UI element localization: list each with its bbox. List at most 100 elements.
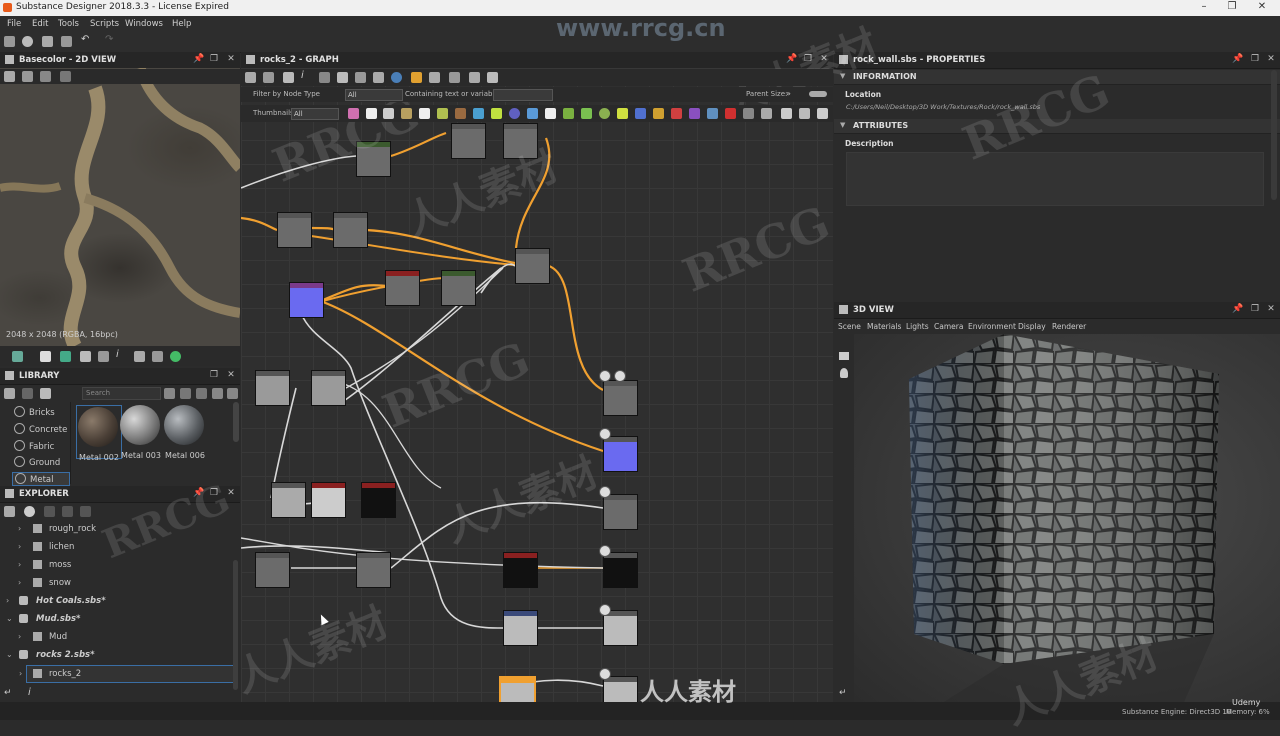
pin-graph-icon[interactable] — [817, 108, 828, 119]
open-icon[interactable] — [42, 36, 53, 47]
grid-view-icon[interactable] — [180, 388, 191, 399]
node-emboss-icon[interactable] — [671, 108, 682, 119]
library-category-bricks[interactable]: Bricks — [14, 406, 55, 418]
info-icon[interactable]: i — [28, 687, 31, 698]
library-category-concrete[interactable]: Concrete — [14, 423, 67, 435]
info-icon[interactable]: i — [116, 349, 127, 360]
view3d-menu-lights[interactable]: Lights — [906, 322, 929, 331]
explorer-footer-icon[interactable]: ↵ — [4, 688, 12, 698]
node-curve-icon[interactable] — [437, 108, 448, 119]
menu-scripts[interactable]: Scripts — [90, 19, 119, 29]
node-edge-icon[interactable] — [653, 108, 664, 119]
graph-node-normal[interactable] — [289, 282, 324, 318]
close-panel-icon[interactable]: ✕ — [1266, 304, 1276, 315]
close-icon[interactable]: ✕ — [1252, 1, 1272, 14]
view3d-menu-renderer[interactable]: Renderer — [1052, 322, 1086, 331]
minimize-icon[interactable]: – — [1194, 1, 1214, 14]
library-scrollbar[interactable] — [233, 402, 239, 442]
toggle-icon[interactable] — [809, 91, 827, 97]
histogram-icon[interactable] — [134, 351, 145, 362]
thumbnails-select[interactable]: All — [291, 108, 339, 120]
pin-icon[interactable]: 📌 — [1232, 54, 1243, 65]
explorer-package-rocks-2[interactable]: ⌄ rocks 2.sbs* — [0, 647, 240, 663]
node-transform-icon[interactable] — [419, 108, 430, 119]
node-blur-icon[interactable] — [599, 108, 610, 119]
package-settings-icon[interactable] — [80, 506, 91, 517]
list-view-icon[interactable] — [196, 388, 207, 399]
library-thumb-metal-002[interactable]: Metal 002 — [76, 405, 122, 462]
view3d-menu-scene[interactable]: Scene — [838, 322, 861, 331]
graph-output-node[interactable] — [603, 610, 638, 646]
node-blend-icon[interactable] — [491, 108, 502, 119]
maximize-icon[interactable]: ❐ — [1250, 54, 1260, 65]
edit-icon[interactable] — [40, 388, 51, 399]
output-icon[interactable] — [599, 370, 611, 382]
color-icon[interactable] — [170, 351, 181, 362]
substance-icon[interactable] — [22, 36, 33, 47]
explorer-item-snow[interactable]: › snow — [0, 575, 240, 591]
pan-icon[interactable] — [263, 72, 274, 83]
output-icon[interactable] — [614, 370, 626, 382]
distribute-icon[interactable] — [355, 72, 366, 83]
library-thumb-metal-006[interactable]: Metal 006 — [164, 405, 206, 460]
node-input-icon[interactable] — [348, 108, 359, 119]
view-icon[interactable] — [164, 388, 175, 399]
node-distance-icon[interactable] — [635, 108, 646, 119]
output-icon[interactable] — [599, 545, 611, 557]
node-grid-icon[interactable] — [545, 108, 556, 119]
graph-node[interactable] — [255, 552, 290, 588]
filter-node-type-select[interactable]: All — [345, 89, 403, 101]
export-package-icon[interactable] — [62, 506, 73, 517]
graph-node[interactable] — [451, 123, 486, 159]
footer-icon[interactable]: ↵ — [839, 688, 847, 698]
library-thumb-metal-003[interactable]: Metal 003 — [120, 405, 162, 460]
tools-icon[interactable] — [469, 72, 480, 83]
maximize-icon[interactable]: ❐ — [209, 370, 219, 381]
library-category-ground[interactable]: Ground — [14, 456, 60, 468]
save-image-icon[interactable] — [22, 71, 33, 82]
node-frame-icon[interactable] — [743, 108, 754, 119]
view2d-canvas[interactable]: 2048 x 2048 (RGBA, 16bpc) — [0, 68, 240, 346]
filter-icon[interactable] — [22, 388, 33, 399]
grid-icon[interactable] — [80, 351, 91, 362]
view3d-menu-materials[interactable]: Materials — [867, 322, 901, 331]
output-icon[interactable] — [599, 428, 611, 440]
node-output-icon[interactable] — [366, 108, 377, 119]
graph-output-node[interactable] — [603, 676, 638, 702]
node-bitmap-icon[interactable] — [383, 108, 394, 119]
description-field[interactable] — [846, 152, 1264, 206]
save-package-icon[interactable] — [4, 506, 15, 517]
output-icon[interactable] — [599, 668, 611, 680]
tile-icon[interactable] — [98, 351, 109, 362]
graph-node[interactable] — [277, 212, 312, 248]
node-hsl-icon[interactable] — [581, 108, 592, 119]
node-dot-icon[interactable] — [761, 108, 772, 119]
frame-icon[interactable] — [245, 72, 256, 83]
node-pixel-icon[interactable] — [725, 108, 736, 119]
graph-output-node[interactable] — [603, 552, 638, 588]
menu-help[interactable]: Help — [172, 19, 191, 29]
connect-icon[interactable] — [429, 72, 440, 83]
maximize-icon[interactable]: ❐ — [209, 54, 219, 65]
view3d-canvas[interactable] — [854, 334, 1280, 702]
explorer-package-mud[interactable]: ⌄ Mud.sbs* — [0, 611, 240, 627]
graph-output-node[interactable] — [603, 380, 638, 416]
export-icon[interactable] — [487, 72, 498, 83]
alpha-icon[interactable] — [40, 351, 51, 362]
view3d-menu-display[interactable]: Display — [1018, 322, 1046, 331]
channel-icon[interactable] — [60, 351, 71, 362]
python-icon[interactable] — [391, 72, 402, 83]
search-icon[interactable] — [319, 72, 330, 83]
settings-icon[interactable] — [212, 388, 223, 399]
refresh-icon[interactable] — [449, 72, 460, 83]
view3d-menu-environment[interactable]: Environment — [968, 322, 1016, 331]
graph-node[interactable] — [441, 270, 476, 306]
node-uniform-icon[interactable] — [401, 108, 412, 119]
fit-icon[interactable] — [4, 71, 15, 82]
node-gradient-icon[interactable] — [473, 108, 484, 119]
maximize-icon[interactable]: ❐ — [1250, 304, 1260, 315]
explorer-item-mud[interactable]: › Mud — [0, 629, 240, 645]
properties-scrollbar[interactable] — [1271, 70, 1277, 200]
sort-icon[interactable] — [227, 388, 238, 399]
library-category-fabric[interactable]: Fabric — [14, 440, 54, 452]
